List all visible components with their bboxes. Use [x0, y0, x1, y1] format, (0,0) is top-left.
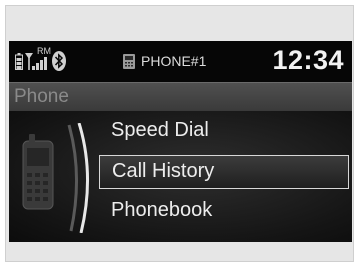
- roaming-label: RM: [37, 46, 51, 56]
- menu-item-label: Phonebook: [111, 199, 213, 221]
- menu-item-phonebook[interactable]: Phonebook: [99, 195, 349, 229]
- title-bar: Phone: [9, 82, 352, 112]
- phone-screen: RM PHONE#1 12:34 Phone Speed Dial Call H…: [9, 41, 352, 242]
- menu-item-label: Call History: [112, 160, 215, 182]
- menu-item-label: Speed Dial: [111, 119, 209, 141]
- status-bar: RM PHONE#1 12:34: [9, 41, 352, 82]
- connected-phone-name: PHONE#1: [141, 53, 207, 69]
- battery-icon: [15, 53, 23, 70]
- mobile-phone-icon: [22, 123, 90, 233]
- bluetooth-icon: [52, 51, 66, 71]
- clock: 12:34: [272, 45, 344, 75]
- menu-item-call-history[interactable]: Call History: [99, 155, 349, 189]
- menu-item-speed-dial[interactable]: Speed Dial: [99, 115, 349, 149]
- screen-title: Phone: [14, 86, 69, 107]
- menu-area: Speed Dial Call History Phonebook: [9, 111, 352, 242]
- phone-device-icon: [123, 54, 135, 69]
- display-frame: RM PHONE#1 12:34 Phone Speed Dial Call H…: [5, 5, 354, 262]
